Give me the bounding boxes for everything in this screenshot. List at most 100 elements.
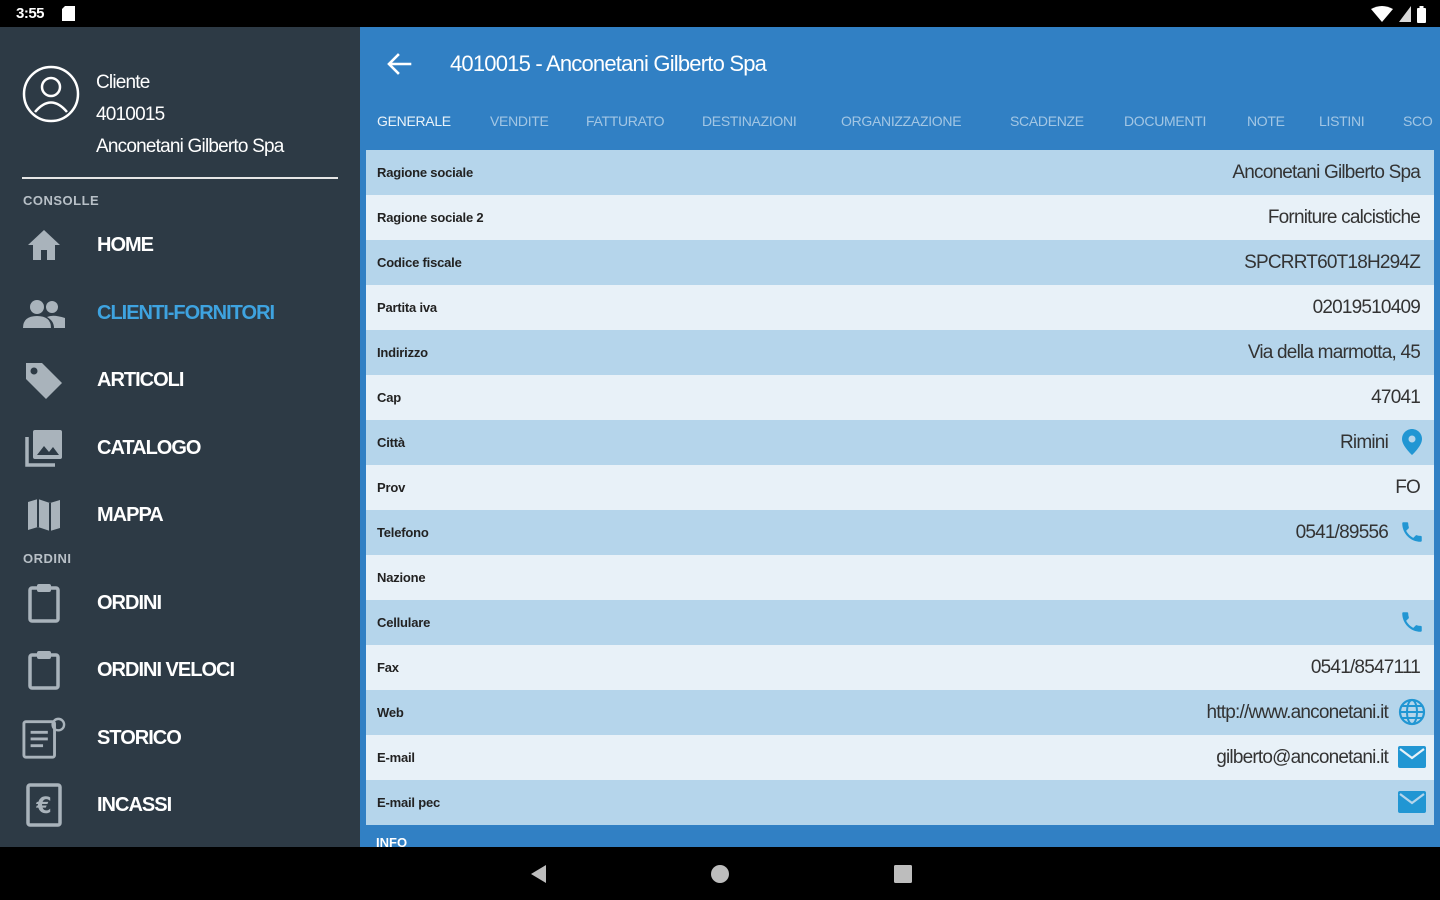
nav-back-icon[interactable] [527, 863, 549, 885]
field-row-cap: Cap 47041 [366, 375, 1434, 420]
field-row-partita-iva: Partita iva 02019510409 [366, 285, 1434, 330]
field-row-citta: Città Rimini [366, 420, 1434, 465]
signal-icon [1399, 6, 1411, 22]
drawer-item-clienti-fornitori[interactable]: CLIENTI-FORNITORI [0, 285, 360, 341]
field-value: gilberto@anconetani.it [1216, 747, 1389, 768]
section-info-caption: INFO [376, 835, 408, 847]
field-label: Città [377, 435, 405, 450]
back-arrow-icon[interactable] [384, 49, 414, 79]
field-value: 02019510409 [1312, 297, 1421, 318]
tag-icon [22, 360, 66, 400]
navigation-drawer: Cliente 4010015 Anconetani Gilberto Spa … [0, 27, 360, 847]
tab-fatturato[interactable]: FATTURATO [586, 113, 665, 129]
field-row-web: Web http://www.anconetani.it [366, 690, 1434, 735]
main-content: 4010015 - Anconetani Gilberto Spa GENERA… [360, 27, 1440, 847]
client-details-table: Ragione sociale Anconetani Gilberto Spa … [366, 150, 1434, 847]
tab-destinazioni[interactable]: DESTINAZIONI [702, 113, 797, 129]
field-row-prov: Prov FO [366, 465, 1434, 510]
account-type: Cliente [96, 72, 150, 93]
field-value: Anconetani Gilberto Spa [1232, 162, 1420, 183]
field-value: Forniture calcistiche [1267, 207, 1421, 228]
field-row-ragione-sociale-2: Ragione sociale 2 Forniture calcistiche [366, 195, 1434, 240]
drawer-item-label: INCASSI [97, 793, 172, 816]
account-name: Anconetani Gilberto Spa [96, 136, 284, 157]
mail-icon[interactable] [1398, 788, 1426, 816]
drawer-item-incassi[interactable]: € INCASSI [0, 777, 360, 833]
nav-home-icon[interactable] [709, 863, 731, 885]
drawer-item-label: CATALOGO [97, 436, 201, 459]
battery-icon [1417, 5, 1426, 23]
drawer-item-label: STORICO [97, 726, 182, 749]
field-label: Indirizzo [377, 345, 428, 360]
field-value: Via della marmotta, 45 [1247, 342, 1421, 363]
drawer-item-label: CLIENTI-FORNITORI [97, 301, 275, 324]
tab-note[interactable]: NOTE [1247, 113, 1285, 129]
field-label: Codice fiscale [377, 255, 462, 270]
field-label: Web [377, 705, 404, 720]
status-bar: 3:55 [0, 0, 1440, 27]
drawer-item-catalogo[interactable]: CATALOGO [0, 420, 360, 476]
sd-card-icon [62, 6, 75, 21]
field-label: E-mail [377, 750, 415, 765]
page-title: 4010015 - Anconetani Gilberto Spa [450, 51, 767, 76]
drawer-item-label: ARTICOLI [97, 368, 184, 391]
tab-generale[interactable]: GENERALE [377, 113, 451, 129]
drawer-item-label: MAPPA [97, 503, 164, 526]
field-value: FO [1395, 477, 1421, 498]
drawer-item-articoli[interactable]: ARTICOLI [0, 352, 360, 408]
field-row-nazione: Nazione [366, 555, 1434, 600]
map-icon [22, 495, 66, 535]
field-label: E-mail pec [377, 795, 441, 810]
tab-documenti[interactable]: DOCUMENTI [1124, 113, 1206, 129]
drawer-item-label: ORDINI VELOCI [97, 658, 235, 681]
field-value: 47041 [1371, 387, 1421, 408]
drawer-item-mappa[interactable]: MAPPA [0, 487, 360, 543]
section-console: CONSOLLE [23, 193, 100, 208]
field-value: Rimini [1340, 432, 1389, 453]
field-value: http://www.anconetani.it [1206, 702, 1389, 723]
tab-bar: GENERALE VENDITE FATTURATO DESTINAZIONI … [360, 107, 1440, 147]
field-label: Cellulare [377, 615, 431, 630]
field-row-cellulare: Cellulare [366, 600, 1434, 645]
drawer-item-home[interactable]: HOME [0, 217, 360, 273]
avatar-icon[interactable] [22, 65, 80, 123]
phone-icon[interactable] [1398, 608, 1426, 636]
euro-icon: € [22, 783, 66, 827]
status-time: 3:55 [16, 5, 45, 22]
photo-library-icon [22, 428, 66, 468]
home-icon [22, 225, 66, 265]
field-label: Prov [377, 480, 406, 495]
field-label: Ragione sociale [377, 165, 473, 180]
clipboard-icon [22, 650, 66, 690]
field-value: SPCRRT60T18H294Z [1244, 252, 1421, 273]
location-pin-icon[interactable] [1398, 428, 1426, 456]
field-value: 0541/89556 [1295, 522, 1389, 543]
tab-organizzazione[interactable]: ORGANIZZAZIONE [841, 113, 962, 129]
field-row-telefono: Telefono 0541/89556 [366, 510, 1434, 555]
tab-sco[interactable]: SCO [1403, 113, 1433, 129]
drawer-item-ordini-veloci[interactable]: ORDINI VELOCI [0, 642, 360, 698]
field-row-fax: Fax 0541/8547111 [366, 645, 1434, 690]
field-label: Partita iva [377, 300, 437, 315]
field-row-email: E-mail gilberto@anconetani.it [366, 735, 1434, 780]
phone-icon[interactable] [1398, 518, 1426, 546]
people-icon [22, 293, 66, 333]
drawer-item-ordini[interactable]: ORDINI [0, 575, 360, 631]
field-label: Cap [377, 390, 401, 405]
field-label: Nazione [377, 570, 426, 585]
tab-scadenze[interactable]: SCADENZE [1010, 113, 1084, 129]
field-label: Ragione sociale 2 [377, 210, 484, 225]
history-icon [22, 717, 66, 759]
field-row-ragione-sociale: Ragione sociale Anconetani Gilberto Spa [366, 150, 1434, 195]
field-value: 0541/8547111 [1310, 657, 1421, 678]
globe-icon[interactable] [1398, 698, 1426, 726]
wifi-icon [1371, 6, 1393, 22]
tab-vendite[interactable]: VENDITE [490, 113, 549, 129]
clipboard-icon [22, 583, 66, 623]
mail-icon[interactable] [1398, 743, 1426, 771]
drawer-item-label: ORDINI [97, 591, 162, 614]
tab-listini[interactable]: LISTINI [1319, 113, 1365, 129]
svg-text:€: € [35, 794, 51, 819]
nav-recents-icon[interactable] [892, 863, 914, 885]
drawer-item-storico[interactable]: STORICO [0, 710, 360, 766]
